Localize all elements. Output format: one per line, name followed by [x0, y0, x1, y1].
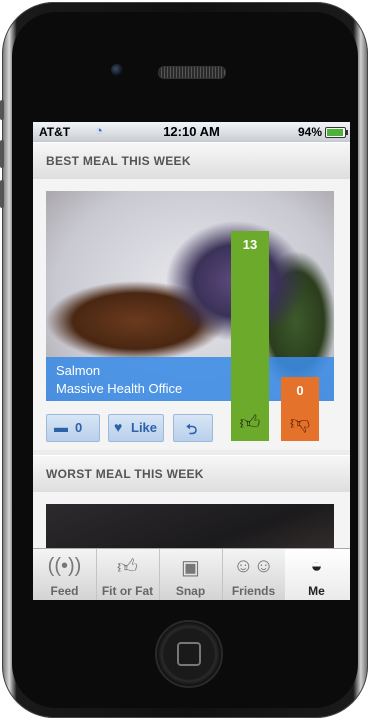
like-button[interactable]: ♥ Like — [108, 414, 164, 442]
front-camera — [111, 64, 123, 76]
screen: AT&T ◔ 12:10 AM 94% BEST MEAL THIS WEEK … — [33, 122, 350, 600]
comments-count: 0 — [75, 420, 83, 435]
worst-meal-title: WORST MEAL THIS WEEK — [46, 467, 204, 481]
meal-name: Salmon — [56, 363, 101, 378]
tab-me[interactable]: ◒ Me — [285, 549, 350, 600]
home-square-icon — [177, 642, 201, 666]
tab-label: Snap — [175, 584, 206, 598]
thumbs-down-icon: 👎︎ — [289, 412, 311, 434]
share-icon: ⮌ — [186, 421, 198, 437]
camera-icon: ▣ — [181, 557, 200, 579]
like-label: Like — [131, 420, 158, 435]
volume-up-button — [0, 140, 4, 168]
best-meal-card: Salmon Massive Health Office 13 👍︎ 0 👎︎ … — [33, 179, 350, 450]
upvote-count: 13 — [242, 237, 258, 252]
broadcast-icon: ((•)) — [47, 555, 82, 577]
tab-label: Friends — [231, 584, 276, 598]
tab-label: Fit or Fat — [101, 584, 154, 598]
tab-snap[interactable]: ▣ Snap — [159, 549, 223, 600]
thumbs-down-votes[interactable]: 0 👎︎ — [281, 377, 319, 441]
thumbs-up-icon: 👍︎ — [239, 412, 261, 434]
volume-down-button — [0, 180, 4, 208]
tab-label: Me — [308, 584, 325, 598]
battery-icon — [325, 127, 348, 138]
status-bar: AT&T ◔ 12:10 AM 94% — [33, 122, 350, 142]
people-icon: ☺☺ — [233, 555, 274, 577]
meal-photo[interactable]: Salmon Massive Health Office — [46, 191, 334, 401]
tab-bar: ((•)) Feed 👍︎ Fit or Fat ▣ Snap ☺☺ Frien… — [33, 548, 350, 600]
battery-percent: 94% — [297, 125, 322, 139]
thumbs-up-votes[interactable]: 13 👍︎ — [231, 231, 269, 441]
earpiece-speaker — [158, 66, 226, 79]
meal-location: Massive Health Office — [56, 381, 183, 396]
heart-icon: ♥ — [114, 419, 123, 435]
comments-button[interactable]: ▬ 0 — [46, 414, 100, 442]
thumbs-icon: 👍︎ — [117, 556, 138, 578]
tab-fit-or-fat[interactable]: 👍︎ Fit or Fat — [96, 549, 160, 600]
share-button[interactable]: ⮌ — [173, 414, 213, 442]
tab-friends[interactable]: ☺☺ Friends — [222, 549, 286, 600]
mute-switch — [0, 100, 4, 120]
comment-icon: ▬ — [54, 419, 68, 435]
best-meal-title: BEST MEAL THIS WEEK — [46, 154, 191, 168]
worst-meal-card — [33, 492, 350, 564]
tab-feed[interactable]: ((•)) Feed — [33, 549, 97, 600]
gauge-icon: ◒ — [310, 555, 323, 577]
tab-label: Feed — [50, 584, 79, 598]
downvote-count: 0 — [296, 383, 304, 398]
worst-meal-header: WORST MEAL THIS WEEK — [33, 455, 350, 493]
best-meal-header: BEST MEAL THIS WEEK — [33, 142, 350, 180]
